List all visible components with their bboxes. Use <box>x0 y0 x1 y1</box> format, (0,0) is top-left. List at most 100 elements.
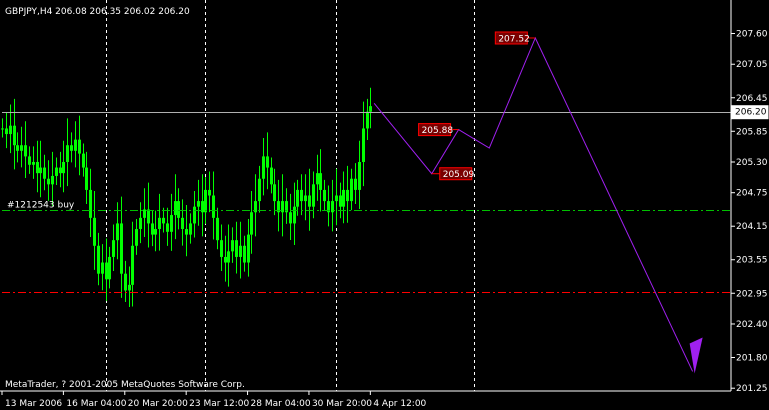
candle-body-6 <box>24 145 27 157</box>
projection-labels: 207.52 205.88 205.09 <box>418 31 536 181</box>
buy-order-label: #1212543 buy <box>7 201 75 211</box>
candle-body-92 <box>354 178 357 190</box>
candle-body-61 <box>235 240 238 257</box>
candle-body-30 <box>116 223 119 241</box>
candle-body-35 <box>135 229 138 246</box>
candle-body-82 <box>316 173 319 185</box>
candle-body-79 <box>304 195 307 202</box>
candle-body-34 <box>131 245 134 285</box>
candle-body-77 <box>296 189 299 207</box>
candle-body-9 <box>36 161 39 174</box>
y-tick-label-0: 207.60 <box>736 30 768 40</box>
y-tick-label-2: 206.45 <box>736 94 768 104</box>
candle-body-28 <box>108 256 111 280</box>
candle-body-68 <box>262 156 265 179</box>
candle-body-48 <box>185 229 188 235</box>
candle-body-91 <box>350 178 353 202</box>
candle-body-90 <box>346 189 349 202</box>
y-tick-label-10: 201.80 <box>736 353 768 363</box>
x-tick-label-1: 16 Mar 04:00 <box>66 399 126 409</box>
candle-body-69 <box>266 156 269 168</box>
projection-arrow-icon <box>689 337 703 374</box>
candle-body-7 <box>28 156 31 165</box>
candle-body-8 <box>32 161 35 165</box>
candle-body-67 <box>258 178 261 202</box>
candle-body-11 <box>43 167 46 179</box>
candle-body-51 <box>197 201 200 207</box>
candle-body-49 <box>189 223 192 235</box>
y-tick-label-8: 202.95 <box>736 289 768 299</box>
candle-body-84 <box>323 189 326 202</box>
candle-body-13 <box>51 175 54 185</box>
y-axis: 207.60 207.05 206.45 205.85 205.30 204.75 204.… <box>731 30 768 394</box>
candle-body-3 <box>13 125 16 146</box>
candle-body-33 <box>128 284 131 291</box>
candle-body-46 <box>177 201 180 218</box>
x-tick-label-0: 13 Mar 2006 <box>5 399 62 409</box>
y-tick-label-1: 207.05 <box>736 60 768 70</box>
candle-body-24 <box>93 217 96 246</box>
candle-body-81 <box>312 184 315 207</box>
candle-body-80 <box>308 195 311 207</box>
candle-body-37 <box>143 209 146 218</box>
x-tick-label-3: 23 Mar 12:00 <box>189 399 249 409</box>
candle-body-27 <box>105 262 108 280</box>
candle-body-26 <box>101 262 104 274</box>
candle-body-1 <box>5 128 8 135</box>
x-tick-label-6: 4 Apr 12:00 <box>373 399 426 409</box>
label-205-88-text: 205.88 <box>422 126 454 136</box>
candle-body-83 <box>319 173 322 190</box>
candle-body-43 <box>166 223 169 232</box>
candle-body-58 <box>224 256 227 263</box>
y-tick-label-11: 201.25 <box>736 384 768 394</box>
label-205-09-text: 205.09 <box>443 170 475 180</box>
y-tick-label-7: 203.55 <box>736 256 768 266</box>
candle-body-57 <box>220 240 223 257</box>
candle-body-12 <box>47 178 50 185</box>
candle-body-21 <box>82 153 85 168</box>
x-tick-label-4: 28 Mar 04:00 <box>251 399 311 409</box>
candle-body-22 <box>85 167 88 190</box>
candle-body-71 <box>273 184 276 202</box>
candle-body-18 <box>70 145 73 151</box>
candles <box>1 87 372 308</box>
chart-window[interactable]: 207.52 205.88 205.09 207.60 207.05 206.45 205… <box>0 0 769 410</box>
y-tick-label-9: 202.40 <box>736 320 768 330</box>
candle-body-38 <box>147 209 150 224</box>
candle-body-70 <box>270 167 273 185</box>
candle-body-47 <box>181 217 184 230</box>
candle-body-62 <box>239 245 242 257</box>
candle-body-59 <box>227 251 230 263</box>
candle-body-64 <box>247 234 250 263</box>
candle-body-93 <box>358 161 361 190</box>
y-tick-label-6: 204.15 <box>736 222 768 232</box>
candle-body-4 <box>16 145 19 151</box>
current-price-tag-text: 206.20 <box>735 108 767 118</box>
candle-body-40 <box>154 229 157 235</box>
candle-body-19 <box>74 139 77 151</box>
candle-body-44 <box>170 215 173 232</box>
x-tick-label-2: 20 Mar 20:00 <box>128 399 188 409</box>
candle-body-54 <box>208 189 211 196</box>
projection-path[interactable] <box>373 36 694 372</box>
y-tick-label-5: 204.75 <box>736 189 768 199</box>
candle-body-36 <box>139 217 142 230</box>
candle-body-20 <box>78 139 81 154</box>
candle-body-50 <box>193 206 196 224</box>
candle-body-76 <box>293 206 296 224</box>
candle-body-5 <box>20 145 23 151</box>
candle-body-14 <box>55 167 58 176</box>
candle-body-42 <box>162 217 165 224</box>
price-chart[interactable]: 207.52 205.88 205.09 207.60 207.05 206.45 205… <box>0 0 769 410</box>
candle-body-16 <box>62 161 65 174</box>
x-tick-label-5: 30 Mar 20:00 <box>312 399 372 409</box>
candle-body-60 <box>231 240 234 252</box>
candle-body-10 <box>39 167 42 174</box>
label-207-52-text: 207.52 <box>498 34 530 44</box>
candle-body-29 <box>112 240 115 257</box>
candle-body-78 <box>300 189 303 202</box>
candle-body-17 <box>66 145 69 162</box>
candle-body-95 <box>366 111 369 129</box>
candle-body-89 <box>342 189 345 207</box>
candle-body-0 <box>1 128 4 130</box>
